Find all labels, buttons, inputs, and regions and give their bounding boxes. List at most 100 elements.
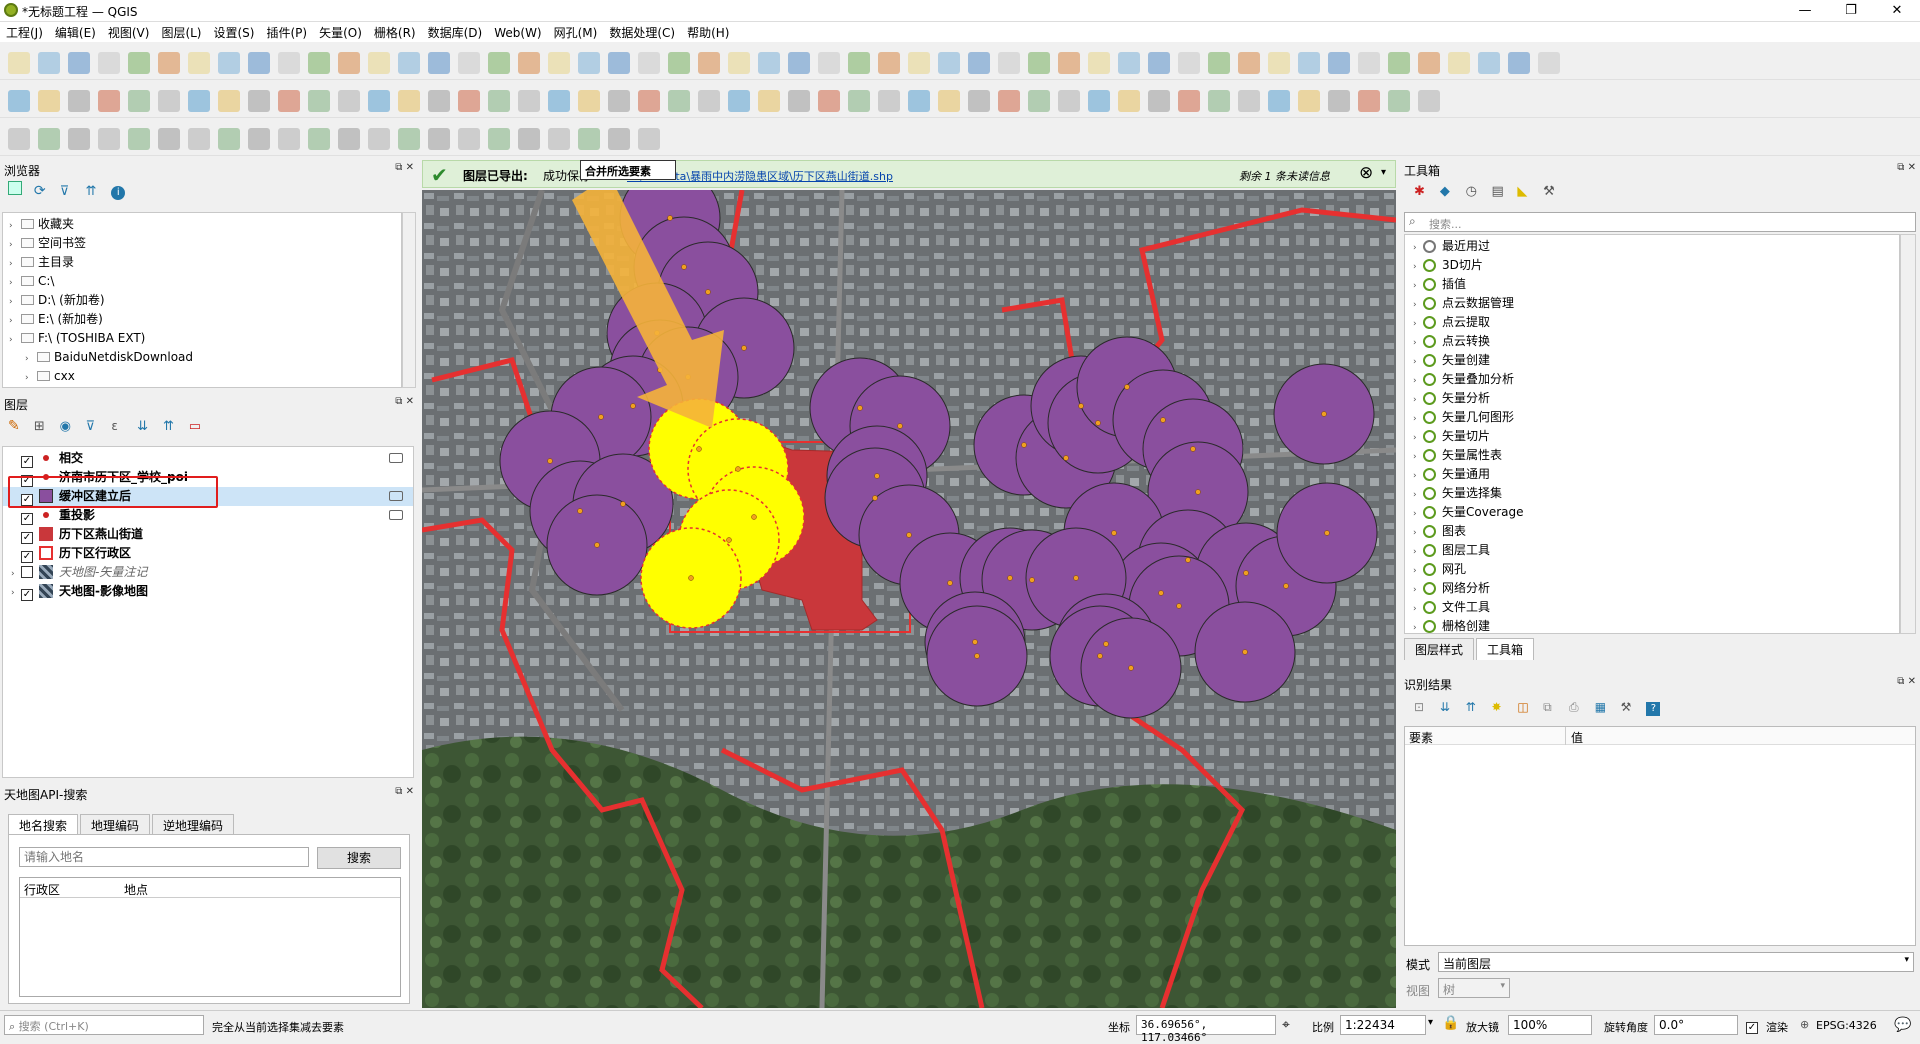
toolbar-tool-icon[interactable] [1208, 90, 1230, 112]
toolbar-tool-icon[interactable] [488, 90, 510, 112]
copy-icon[interactable]: ⧉ [1543, 700, 1557, 714]
toolbar-tool-icon[interactable] [188, 52, 210, 74]
chevron-down-icon[interactable]: ▾ [1428, 1017, 1433, 1028]
toolbar-tool-icon[interactable] [698, 90, 720, 112]
toolbar-tool-icon[interactable] [1118, 90, 1140, 112]
toolbar-tool-icon[interactable] [128, 52, 150, 74]
browser-item[interactable]: › F:\ (TOSHIBA EXT) [3, 329, 401, 348]
toolbar-tool-icon[interactable] [158, 90, 180, 112]
toolbox-group[interactable]: › 点云转换 [1405, 332, 1899, 351]
close-message-icon[interactable]: ⊗ [1359, 163, 1373, 183]
menu-settings[interactable]: 设置(S) [208, 22, 261, 43]
toolbar-tool-icon[interactable] [278, 90, 300, 112]
chevron-down-icon[interactable]: ▾ [1381, 167, 1386, 178]
toolbar-tool-icon[interactable] [1088, 90, 1110, 112]
browser-item[interactable]: › BaiduNetdiskDownload [3, 348, 401, 367]
refresh-icon[interactable]: ⟳ [34, 184, 48, 198]
toolbar-tool-icon[interactable] [308, 90, 330, 112]
render-checkbox[interactable]: ✓ [1746, 1018, 1764, 1034]
toolbar-tool-icon[interactable] [428, 52, 450, 74]
clear-highlight-icon[interactable]: ◫ [1517, 700, 1531, 714]
toolbar-tool-icon[interactable] [248, 90, 270, 112]
tab-layer-styling[interactable]: 图层样式 [1404, 638, 1475, 660]
layer-item[interactable]: ✓ 重投影 [3, 506, 413, 525]
layer-item[interactable]: › ✓ 天地图-影像地图 [3, 582, 413, 601]
toolbox-group[interactable]: › 矢量切片 [1405, 427, 1899, 446]
toolbar-tool-icon[interactable] [398, 90, 420, 112]
expand-all-icon[interactable]: ⇊ [1440, 700, 1454, 714]
browser-tree[interactable]: › 收藏夹 › 空间书签 › 主目录 › C:\ › D:\ (新加卷) › E:\ (新加卷) › F:… [2, 212, 402, 388]
toolbar-tool-icon[interactable] [1178, 52, 1200, 74]
toolbox-group[interactable]: › 矢量叠加分析 [1405, 370, 1899, 389]
toolbar-tool-icon[interactable] [428, 128, 450, 150]
browser-item[interactable]: › 主目录 [3, 253, 401, 272]
toolbar-tool-icon[interactable] [1478, 52, 1500, 74]
place-search-input[interactable] [19, 847, 309, 867]
toolbar-tool-icon[interactable] [548, 90, 570, 112]
toolbar-tool-icon[interactable] [968, 90, 990, 112]
toolbar-tool-icon[interactable] [248, 52, 270, 74]
toolbox-group[interactable]: › 网孔 [1405, 560, 1899, 579]
toolbar-tool-icon[interactable] [38, 90, 60, 112]
toolbar-tool-icon[interactable] [218, 90, 240, 112]
toolbar-tool-icon[interactable] [1118, 52, 1140, 74]
toolbar-tool-icon[interactable] [8, 128, 30, 150]
toolbar-tool-icon[interactable] [548, 52, 570, 74]
filter-icon[interactable]: ⊽ [85, 420, 99, 434]
toolbar-tool-icon[interactable] [1448, 52, 1470, 74]
toolbar-tool-icon[interactable] [1178, 90, 1200, 112]
toolbar-tool-icon[interactable] [818, 90, 840, 112]
toolbox-group[interactable]: › 点云提取 [1405, 313, 1899, 332]
toolbar-tool-icon[interactable] [308, 128, 330, 150]
toolbox-group[interactable]: › 图层工具 [1405, 541, 1899, 560]
collapse-icon[interactable]: ⇈ [85, 185, 99, 199]
toolbar-tool-icon[interactable] [488, 52, 510, 74]
filter-indicator-icon[interactable] [389, 510, 403, 520]
magnifier-field[interactable]: 100% [1508, 1015, 1592, 1035]
toolbar-tool-icon[interactable] [1028, 52, 1050, 74]
toolbar-tool-icon[interactable] [998, 90, 1020, 112]
remove-layer-icon[interactable]: ▭ [189, 420, 203, 434]
toolbar-tool-icon[interactable] [1418, 52, 1440, 74]
toolbox-scrollbar[interactable] [1900, 234, 1916, 634]
toolbar-tool-icon[interactable] [398, 52, 420, 74]
filter-indicator-icon[interactable] [389, 491, 403, 501]
info-icon[interactable]: i [111, 186, 126, 200]
toolbar-tool-icon[interactable] [578, 128, 600, 150]
tab-place-search[interactable]: 地名搜索 [8, 814, 79, 836]
collapse-all-icon[interactable]: ⇈ [1466, 700, 1480, 714]
toolbar-tool-icon[interactable] [608, 128, 630, 150]
toolbar-tool-icon[interactable] [1268, 52, 1290, 74]
toolbar-tool-icon[interactable] [638, 90, 660, 112]
toolbar-tool-icon[interactable] [638, 128, 660, 150]
toolbar-tool-icon[interactable] [38, 128, 60, 150]
close-button[interactable]: ✕ [1874, 0, 1920, 22]
menu-project[interactable]: 工程(J) [0, 22, 49, 43]
toolbar-tool-icon[interactable] [158, 52, 180, 74]
toolbar-tool-icon[interactable] [728, 52, 750, 74]
visibility-eye-icon[interactable]: ◉ [60, 420, 74, 434]
toolbar-tool-icon[interactable] [1388, 90, 1410, 112]
toolbar-tool-icon[interactable] [218, 128, 240, 150]
toolbar-tool-icon[interactable] [758, 52, 780, 74]
toolbox-group[interactable]: › 矢量几何图形 [1405, 408, 1899, 427]
toolbar-tool-icon[interactable] [1238, 90, 1260, 112]
menu-raster[interactable]: 栅格(R) [368, 22, 422, 43]
add-icon[interactable] [8, 181, 22, 195]
lock-icon[interactable]: 🔒 [1442, 1015, 1459, 1031]
menu-mesh[interactable]: 网孔(M) [548, 22, 604, 43]
history-icon[interactable]: ◷ [1466, 185, 1480, 199]
toolbar-tool-icon[interactable] [458, 128, 480, 150]
browser-item[interactable]: › C:\ [3, 272, 401, 291]
toolbar-tool-icon[interactable] [128, 90, 150, 112]
toolbar-tool-icon[interactable] [668, 52, 690, 74]
tab-toolbox[interactable]: 工具箱 [1476, 638, 1535, 660]
toolbar-tool-icon[interactable] [668, 90, 690, 112]
layer-item[interactable]: ✓ 历下区行政区 [3, 544, 413, 563]
search-button[interactable]: 搜索 [317, 847, 401, 869]
toolbar-tool-icon[interactable] [968, 52, 990, 74]
toolbar-tool-icon[interactable] [908, 52, 930, 74]
toolbar-tool-icon[interactable] [1418, 90, 1440, 112]
browser-item[interactable]: › D:\ (新加卷) [3, 291, 401, 310]
panel-float-close-icon[interactable]: ⧉ ✕ [395, 396, 414, 407]
